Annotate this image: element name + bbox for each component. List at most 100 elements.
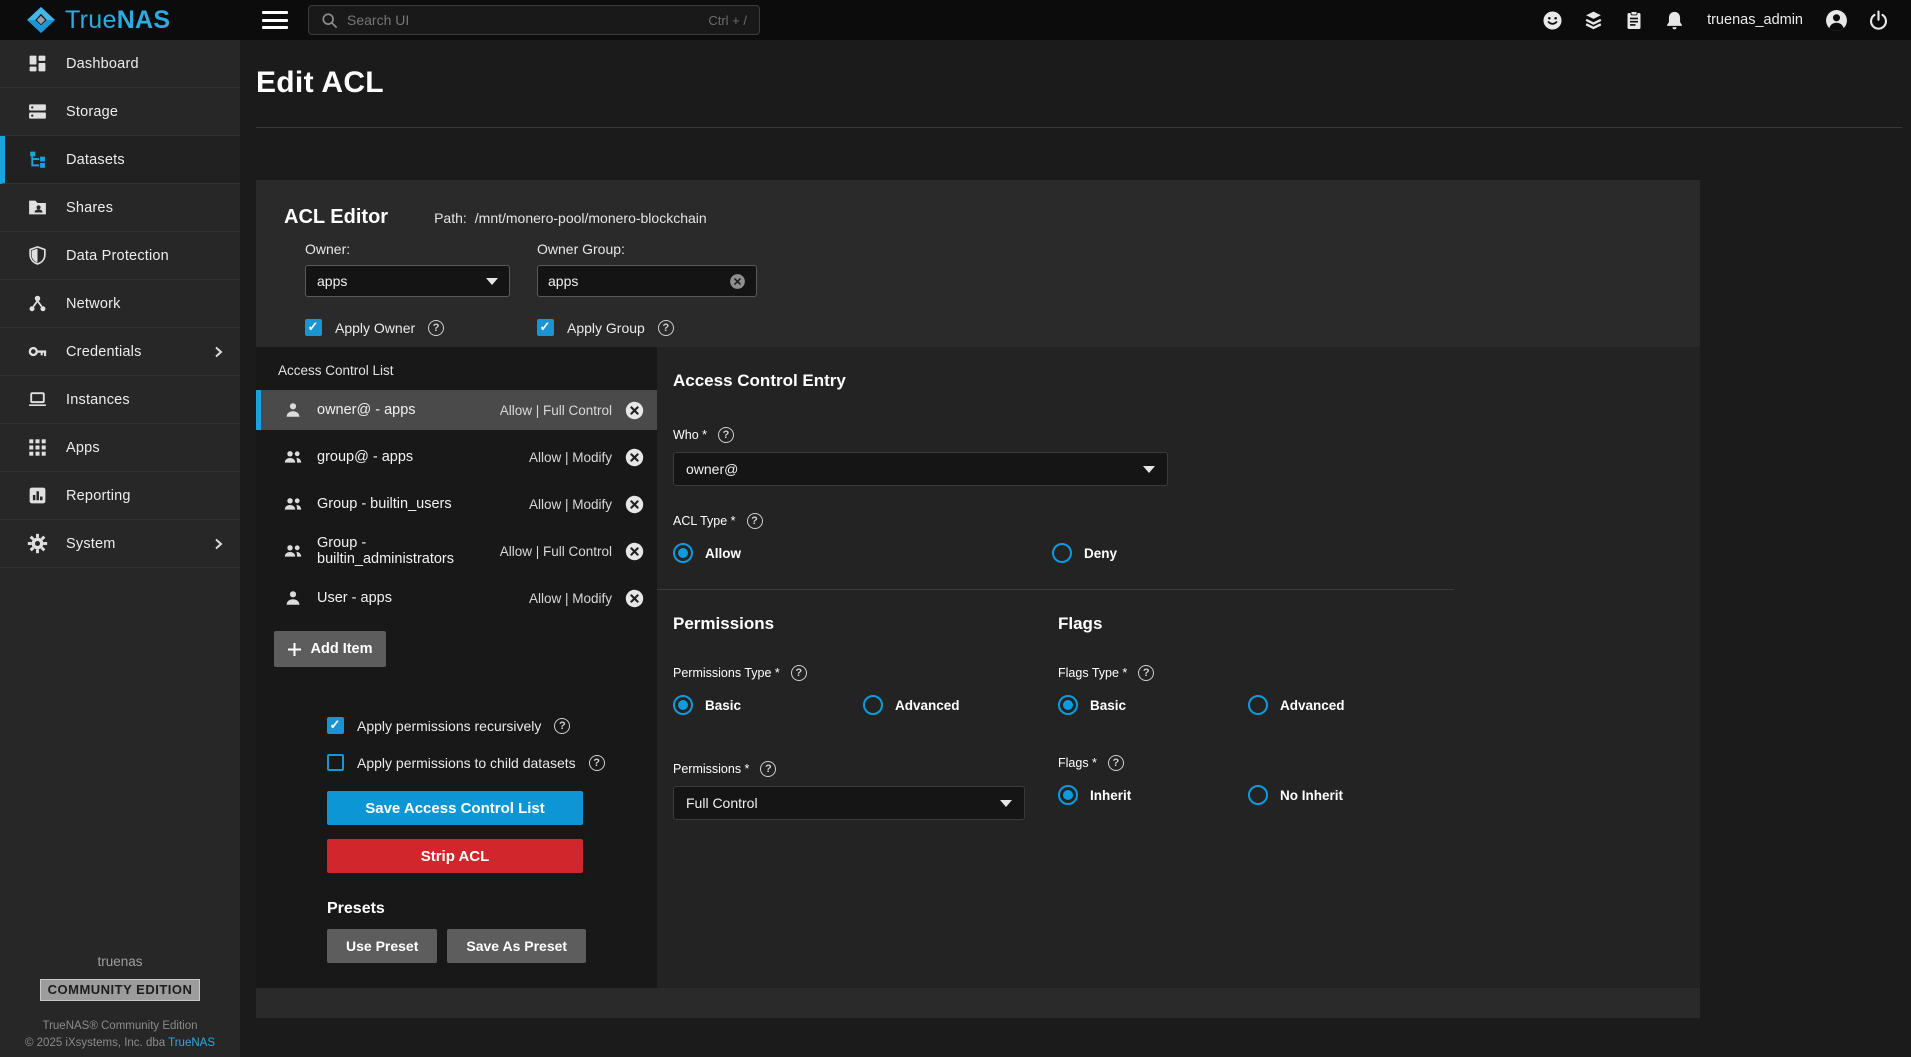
radio-selected-icon <box>673 543 693 563</box>
who-select[interactable]: owner@ <box>673 452 1168 486</box>
sidebar-item-system[interactable]: System <box>0 520 240 568</box>
apply-owner-checkbox[interactable] <box>305 319 322 336</box>
permissions-label: Permissions * <box>673 762 749 776</box>
owner-group-label: Owner Group: <box>537 241 757 257</box>
sidebar-item-shares[interactable]: Shares <box>0 184 240 232</box>
acl-type-radio-group: Allow Deny <box>673 543 1700 563</box>
radio-permissions-basic[interactable]: Basic <box>673 695 863 715</box>
flags-label: Flags * <box>1058 756 1097 770</box>
help-icon[interactable] <box>747 513 763 529</box>
jobs-clipboard-icon[interactable] <box>1624 10 1644 31</box>
notifications-bell-icon[interactable] <box>1664 10 1685 31</box>
radio-allow[interactable]: Allow <box>673 543 1052 563</box>
sidebar: Dashboard Storage Datasets Shares Data P… <box>0 40 240 1057</box>
reporting-chart-icon <box>26 485 48 507</box>
acl-entry-user-apps[interactable]: User - apps Allow | Modify <box>256 578 657 618</box>
sidebar-item-label: Network <box>66 296 121 312</box>
remove-entry-icon[interactable] <box>625 495 644 514</box>
entry-permission: Allow | Modify <box>529 591 612 606</box>
radio-no-inherit[interactable]: No Inherit <box>1248 785 1343 805</box>
radio-selected-icon <box>1058 785 1078 805</box>
sidebar-item-data-protection[interactable]: Data Protection <box>0 232 240 280</box>
remove-entry-icon[interactable] <box>625 448 644 467</box>
feedback-smiley-icon[interactable] <box>1542 10 1563 31</box>
flags-type-radio-group: Basic Advanced <box>1058 695 1345 715</box>
entry-label: group@ - apps <box>317 449 529 465</box>
radio-flags-advanced[interactable]: Advanced <box>1248 695 1345 715</box>
radio-permissions-advanced[interactable]: Advanced <box>863 695 960 715</box>
save-as-preset-button[interactable]: Save As Preset <box>447 929 586 963</box>
clear-input-icon[interactable] <box>729 273 746 290</box>
help-icon[interactable] <box>554 718 570 734</box>
sidenav-toggle-icon[interactable] <box>262 11 288 29</box>
sidebar-item-storage[interactable]: Storage <box>0 88 240 136</box>
main-content: Edit ACL ACL Editor Path:/mnt/monero-poo… <box>240 40 1911 1057</box>
permissions-select[interactable]: Full Control <box>673 786 1025 820</box>
entry-label: User - apps <box>317 590 529 606</box>
help-icon[interactable] <box>1108 755 1124 771</box>
sidebar-item-label: Data Protection <box>66 248 169 264</box>
radio-inherit[interactable]: Inherit <box>1058 785 1248 805</box>
sidebar-item-instances[interactable]: Instances <box>0 376 240 424</box>
help-icon[interactable] <box>760 761 776 777</box>
apply-recursively-checkbox[interactable] <box>327 717 344 734</box>
chevron-down-icon <box>486 278 498 285</box>
truenas-logo[interactable]: TrueNAS <box>0 6 240 34</box>
truenas-link[interactable]: TrueNAS <box>168 1037 215 1049</box>
remove-entry-icon[interactable] <box>625 589 644 608</box>
sidebar-item-label: Reporting <box>66 488 131 504</box>
search-input[interactable]: Search UI Ctrl + / <box>308 5 760 35</box>
dataset-path: Path:/mnt/monero-pool/monero-blockchain <box>434 210 707 226</box>
plus-icon <box>287 642 302 657</box>
sidebar-item-credentials[interactable]: Credentials <box>0 328 240 376</box>
use-preset-button[interactable]: Use Preset <box>327 929 437 963</box>
apply-group-row: Apply Group <box>537 319 757 336</box>
entry-label: Group - builtin_users <box>317 496 529 512</box>
sidebar-item-label: Datasets <box>66 152 125 168</box>
acl-entry-group[interactable]: group@ - apps Allow | Modify <box>256 437 657 477</box>
radio-icon <box>1052 543 1072 563</box>
add-item-button[interactable]: Add Item <box>274 631 386 667</box>
sidebar-item-apps[interactable]: Apps <box>0 424 240 472</box>
sidebar-item-reporting[interactable]: Reporting <box>0 472 240 520</box>
acl-entry-owner[interactable]: owner@ - apps Allow | Full Control <box>256 390 657 430</box>
acl-entry-builtin-administrators[interactable]: Group - builtin_administrators Allow | F… <box>256 531 657 571</box>
user-avatar-icon[interactable] <box>1825 9 1848 32</box>
save-acl-button[interactable]: Save Access Control List <box>327 791 583 825</box>
sidebar-footer: truenas COMMUNITY EDITION TrueNAS® Commu… <box>0 954 240 1049</box>
permissions-section: Permissions Permissions Type * Basic <box>673 614 1058 820</box>
help-icon[interactable] <box>1138 665 1154 681</box>
apply-group-checkbox[interactable] <box>537 319 554 336</box>
search-placeholder: Search UI <box>347 12 699 28</box>
username-label: truenas_admin <box>1707 12 1803 28</box>
truenas-logo-icon <box>26 6 56 34</box>
acl-entry-builtin-users[interactable]: Group - builtin_users Allow | Modify <box>256 484 657 524</box>
help-icon[interactable] <box>791 665 807 681</box>
strip-acl-button[interactable]: Strip ACL <box>327 839 583 873</box>
help-icon[interactable] <box>589 755 605 771</box>
power-icon[interactable] <box>1868 10 1889 31</box>
permissions-title: Permissions <box>673 614 1058 634</box>
datasets-icon <box>26 149 48 171</box>
acl-list-panel: Access Control List owner@ - apps Allow … <box>256 347 657 988</box>
flags-section: Flags Flags Type * Basic <box>1058 614 1345 820</box>
sidebar-item-dashboard[interactable]: Dashboard <box>0 40 240 88</box>
apply-owner-label: Apply Owner <box>335 320 415 336</box>
radio-flags-basic[interactable]: Basic <box>1058 695 1248 715</box>
remove-entry-icon[interactable] <box>625 401 644 420</box>
sidebar-item-datasets[interactable]: Datasets <box>0 136 240 184</box>
apply-recursively-row: Apply permissions recursively <box>327 717 657 734</box>
apply-child-datasets-checkbox[interactable] <box>327 754 344 771</box>
help-icon[interactable] <box>428 320 444 336</box>
ix-stack-icon[interactable] <box>1583 10 1604 31</box>
footer-copyright: © 2025 iXsystems, Inc. dba TrueNAS <box>0 1037 240 1049</box>
radio-deny[interactable]: Deny <box>1052 543 1117 563</box>
remove-entry-icon[interactable] <box>625 542 644 561</box>
entry-permission: Allow | Modify <box>529 450 612 465</box>
sidebar-item-label: Storage <box>66 104 118 120</box>
help-icon[interactable] <box>718 427 734 443</box>
sidebar-item-network[interactable]: Network <box>0 280 240 328</box>
help-icon[interactable] <box>658 320 674 336</box>
owner-group-input[interactable]: apps <box>537 265 757 297</box>
owner-select[interactable]: apps <box>305 265 510 297</box>
